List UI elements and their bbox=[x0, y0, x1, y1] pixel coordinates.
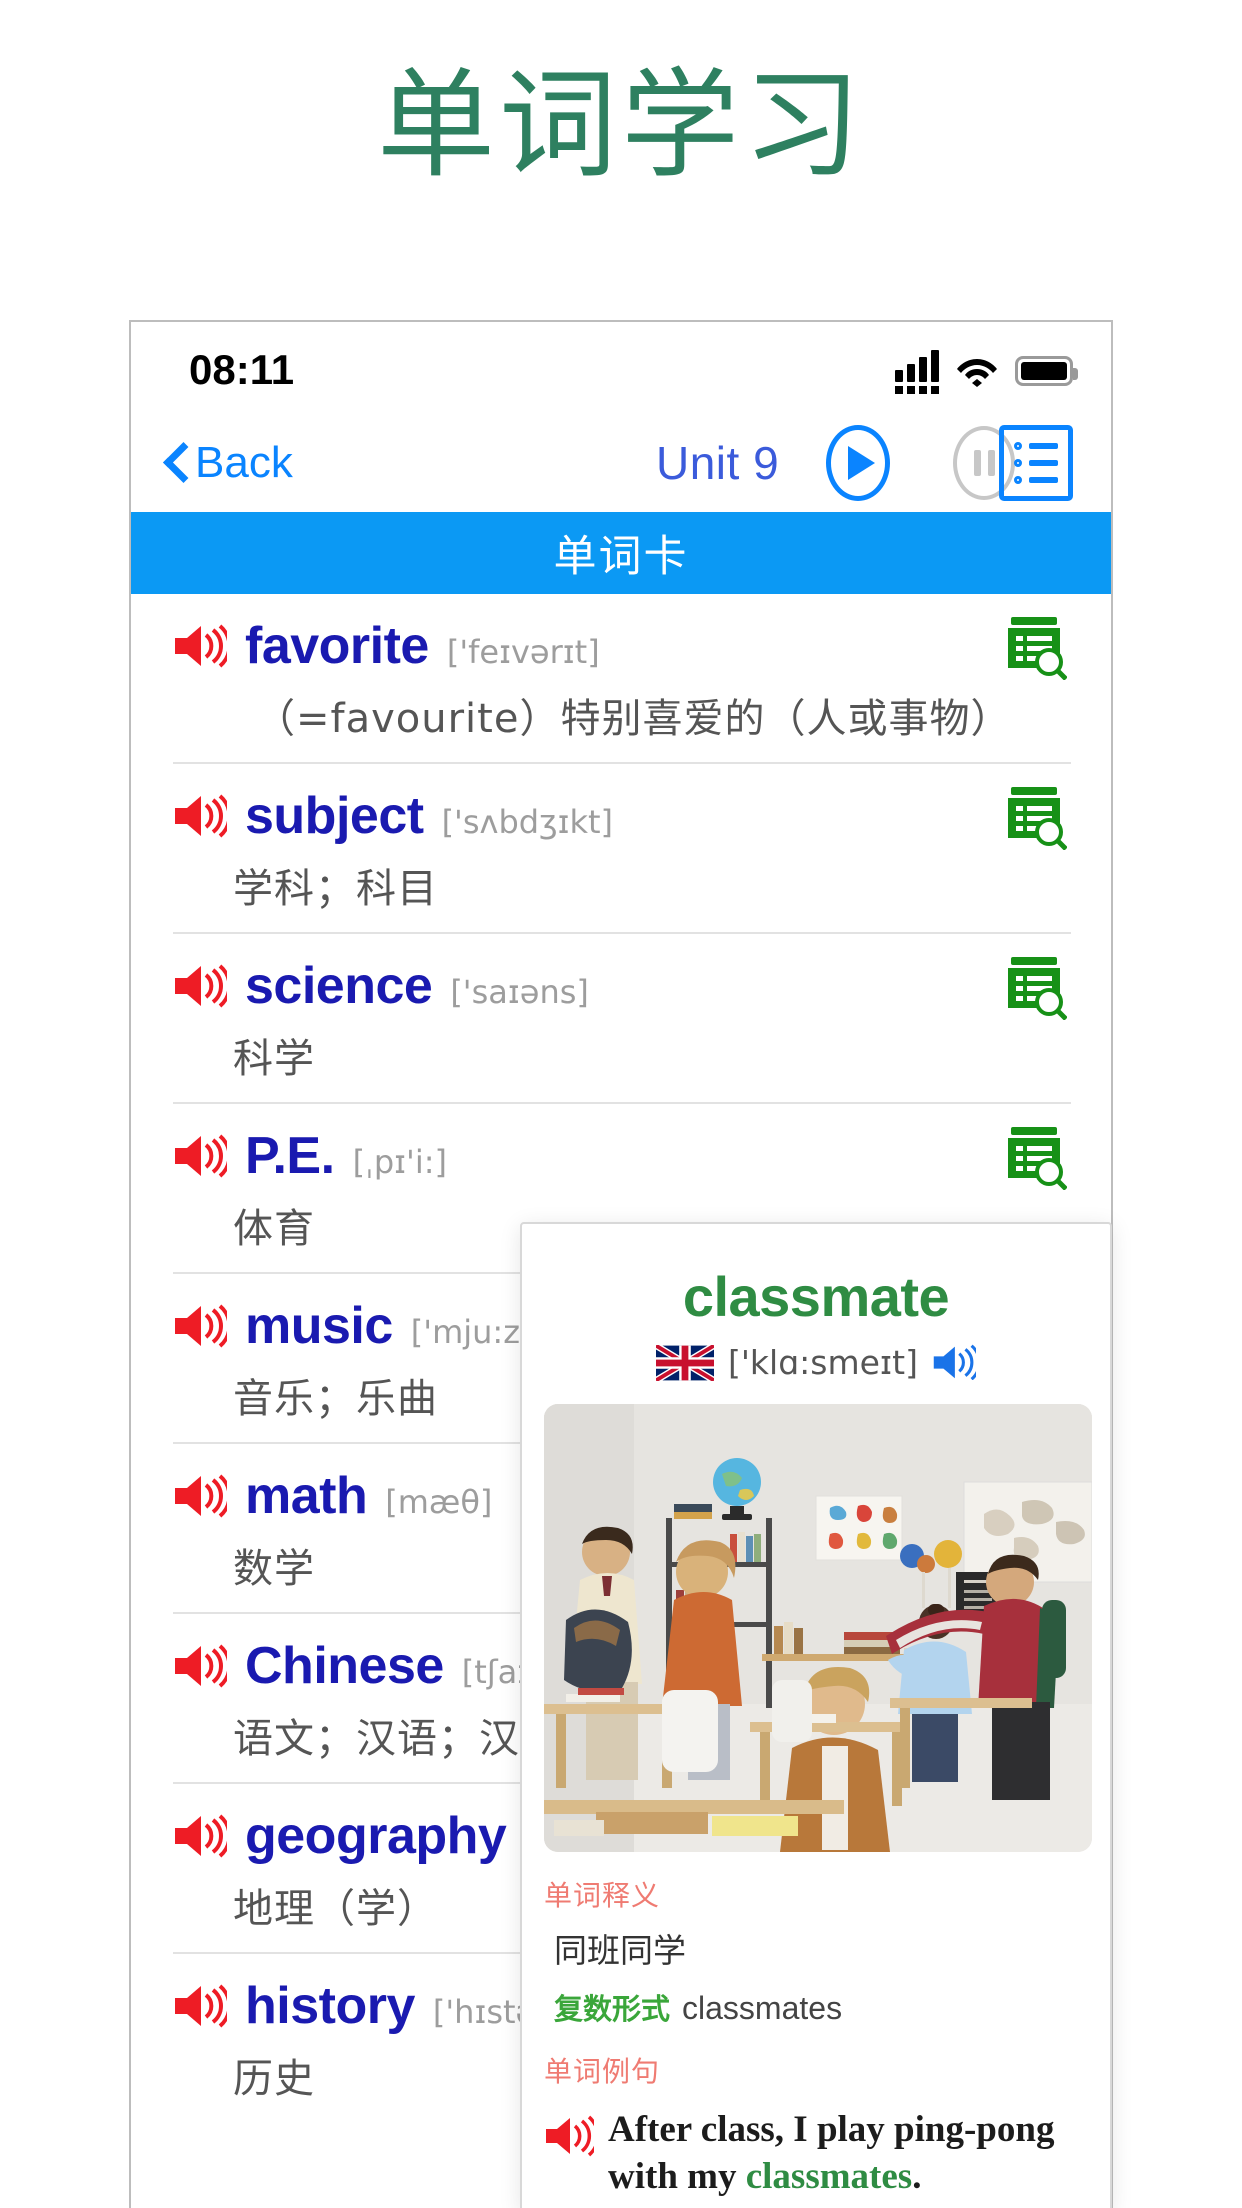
speaker-red-icon[interactable] bbox=[173, 1473, 232, 1519]
word-ipa: [mæθ] bbox=[385, 1483, 493, 1521]
speaker-red-icon[interactable] bbox=[173, 1643, 232, 1689]
word-detail-card[interactable]: classmate ['klɑ:smeɪt] 单词释义 同班同学 复数形式 cl… bbox=[520, 1222, 1112, 2208]
battery-icon bbox=[1015, 356, 1078, 386]
page-title: 单词学习 bbox=[376, 56, 865, 194]
speaker-red-icon[interactable] bbox=[173, 793, 232, 839]
speaker-red-icon[interactable] bbox=[173, 963, 232, 1009]
word-row[interactable]: subject ['sʌbdʒɪkt] 学科；科目 bbox=[173, 764, 1071, 934]
card-pronunciation-row: ['klɑ:smeɪt] bbox=[544, 1342, 1088, 1383]
back-button-label: Back bbox=[195, 438, 293, 487]
word-meaning: 学科；科目 bbox=[233, 866, 438, 912]
dictionary-search-icon[interactable] bbox=[1005, 1126, 1068, 1191]
dictionary-search-icon[interactable] bbox=[1005, 956, 1068, 1021]
word-text: science bbox=[245, 957, 433, 1015]
speaker-red-icon[interactable] bbox=[173, 1983, 232, 2029]
example-label: 单词例句 bbox=[544, 2055, 661, 2088]
uk-flag-icon bbox=[654, 1342, 716, 1383]
status-indicators bbox=[895, 348, 1078, 394]
screen-root: 单词学习 08:11 Back Unit 9 单词卡 favorite ['fe… bbox=[0, 0, 1242, 2208]
back-button[interactable]: Back bbox=[163, 438, 293, 488]
definition-label: 单词释义 bbox=[544, 1879, 661, 1912]
word-row[interactable]: favorite ['feɪvərɪt] （=favourite）特别喜爱的（人… bbox=[173, 594, 1071, 764]
flashcard-banner[interactable]: 单词卡 bbox=[131, 512, 1111, 594]
speaker-red-icon[interactable] bbox=[173, 1303, 232, 1349]
word-ipa: ['saɪəns] bbox=[450, 973, 589, 1011]
navigation-bar: Back Unit 9 bbox=[131, 414, 1111, 512]
word-text: subject bbox=[245, 787, 424, 845]
word-text: Chinese bbox=[245, 1637, 444, 1695]
word-text: geography bbox=[245, 1807, 507, 1865]
word-meaning: （=favourite）特别喜爱的（人或事物） bbox=[255, 696, 1012, 742]
wifi-icon bbox=[956, 355, 998, 387]
classroom-photo bbox=[544, 1404, 1092, 1852]
status-time: 08:11 bbox=[189, 346, 295, 393]
plural-row: 复数形式 classmates bbox=[554, 1986, 1088, 2028]
dictionary-search-icon[interactable] bbox=[1005, 616, 1068, 681]
example-sentence-row[interactable]: After class, I play ping-pong with my cl… bbox=[544, 2106, 1088, 2208]
plural-label: 复数形式 bbox=[554, 1992, 671, 2026]
word-text: math bbox=[245, 1467, 368, 1525]
list-lines-icon[interactable] bbox=[999, 425, 1073, 501]
word-text: P.E. bbox=[245, 1127, 335, 1185]
play-circle-icon[interactable] bbox=[826, 425, 890, 501]
cellular-signal-icon bbox=[895, 348, 939, 394]
word-ipa: ['feɪvərɪt] bbox=[446, 633, 600, 671]
word-text: history bbox=[245, 1977, 415, 2035]
speaker-blue-icon[interactable] bbox=[932, 1344, 981, 1382]
speaker-red-icon[interactable] bbox=[173, 1133, 232, 1179]
unit-label: Unit 9 bbox=[656, 437, 780, 489]
word-ipa: ['sʌbdʒɪkt] bbox=[441, 803, 614, 841]
word-meaning: 科学 bbox=[233, 1036, 315, 1082]
card-ipa: ['klɑ:smeɪt] bbox=[727, 1343, 918, 1382]
definition-text: 同班同学 bbox=[554, 1931, 686, 1970]
word-row[interactable]: science ['saɪəns] 科学 bbox=[173, 934, 1071, 1104]
speaker-red-icon[interactable] bbox=[173, 623, 232, 669]
word-ipa: [ˌpɪ'i:] bbox=[352, 1143, 447, 1181]
speaker-red-icon[interactable] bbox=[173, 1813, 232, 1859]
speaker-red-icon[interactable] bbox=[544, 2114, 600, 2158]
dictionary-search-icon[interactable] bbox=[1005, 786, 1068, 851]
card-word-title: classmate bbox=[682, 1265, 950, 1328]
plural-value: classmates bbox=[682, 1990, 843, 2026]
example-highlight: classmates bbox=[745, 2156, 913, 2198]
word-text: music bbox=[245, 1297, 393, 1355]
word-text: favorite bbox=[245, 617, 429, 675]
example-sentence-en: After class, I play ping-pong with my cl… bbox=[608, 2109, 1054, 2197]
status-bar: 08:11 bbox=[131, 322, 1111, 414]
example-part2: . bbox=[912, 2156, 922, 2198]
chevron-left-icon bbox=[163, 444, 185, 482]
